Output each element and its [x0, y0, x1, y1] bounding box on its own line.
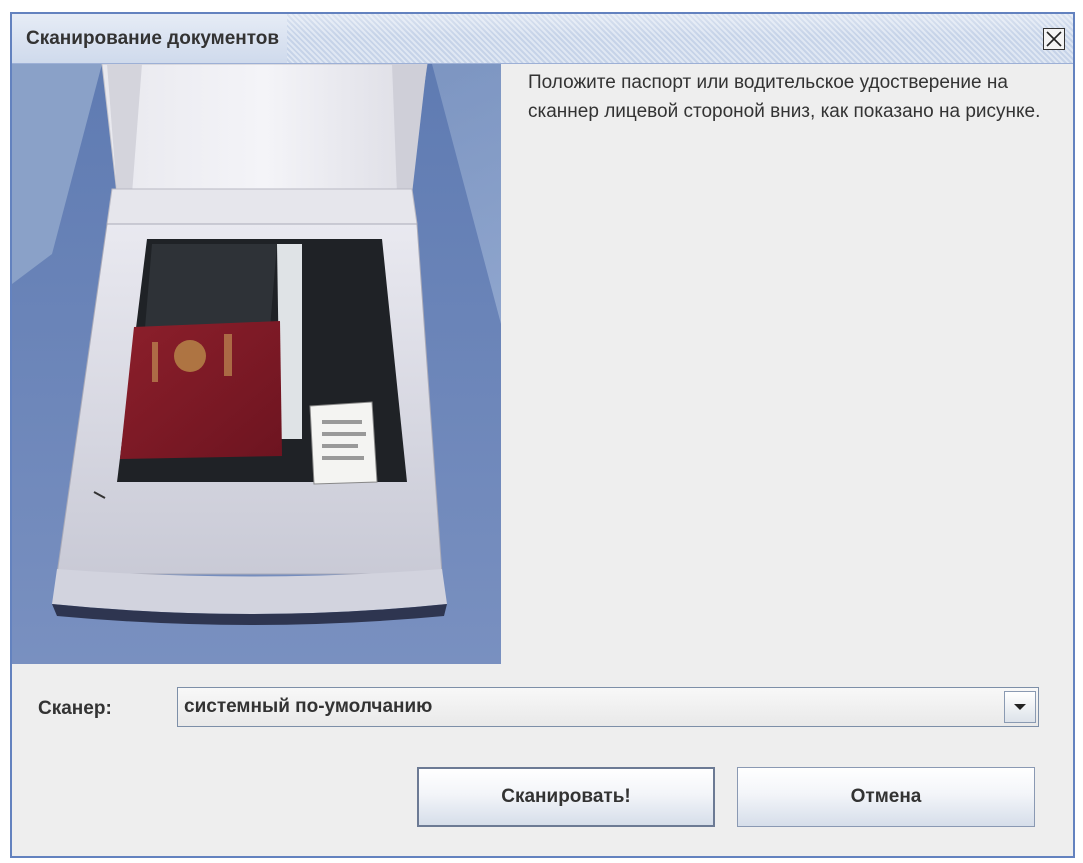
close-icon: [1046, 31, 1062, 47]
scanner-photo-icon: [12, 64, 501, 664]
cancel-button[interactable]: Отмена: [737, 767, 1035, 827]
window-title: Сканирование документов: [26, 27, 280, 49]
scan-dialog: Сканирование документов Положите паспорт…: [10, 12, 1075, 858]
chevron-down-icon: [1014, 704, 1026, 710]
scanner-label: Сканер:: [38, 698, 112, 719]
title-area: Сканирование документов: [12, 14, 288, 63]
title-bar[interactable]: Сканирование документов: [12, 12, 1073, 64]
scanner-illustration: [12, 64, 501, 664]
scanner-select-value: системный по-умолчанию: [184, 696, 433, 717]
instruction-text: Положите паспорт или водительское удоств…: [528, 72, 1041, 122]
scan-button[interactable]: Сканировать!: [417, 767, 715, 827]
scanner-select[interactable]: системный по-умолчанию: [177, 687, 1039, 727]
scanner-dropdown-button[interactable]: [1004, 691, 1036, 723]
close-button[interactable]: [1043, 28, 1065, 50]
